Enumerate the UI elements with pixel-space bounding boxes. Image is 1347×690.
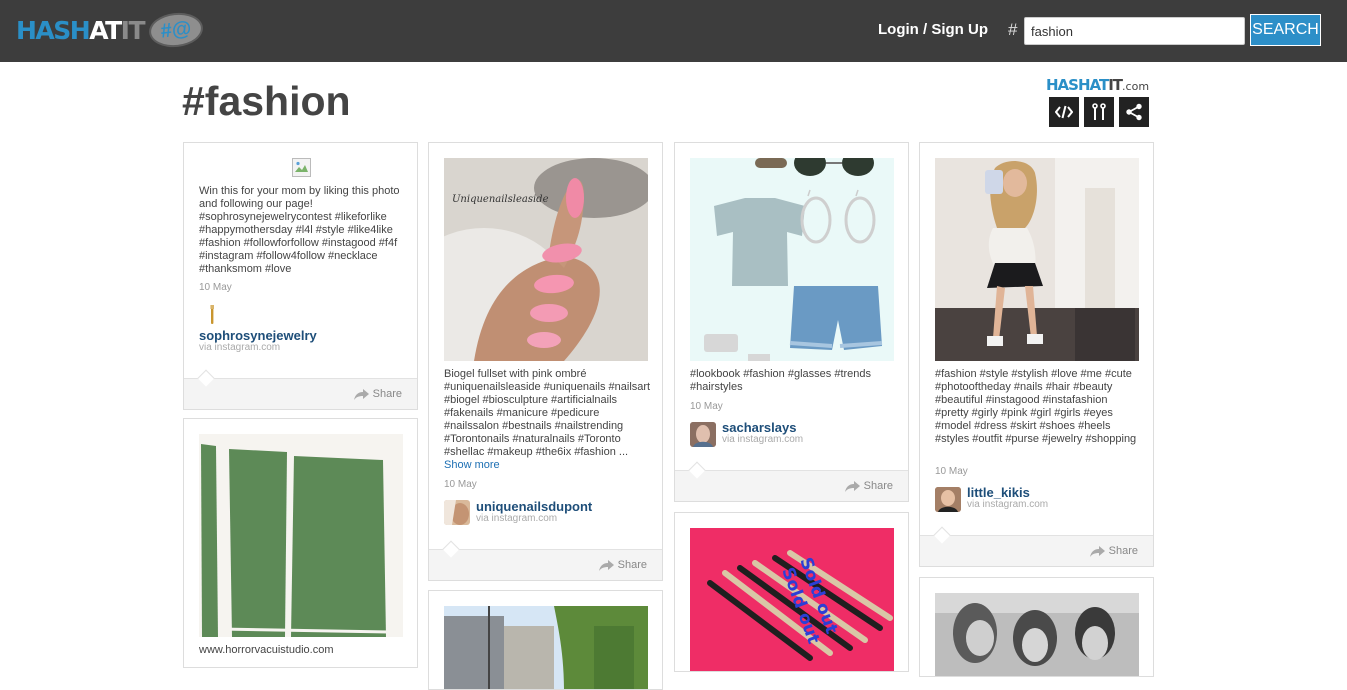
post-card[interactable]: #lookbook #fashion #glasses #trends #hai…	[674, 142, 909, 502]
post-footer: Share	[429, 540, 662, 580]
post-date: 10 May	[690, 401, 723, 412]
broken-image-icon	[292, 158, 311, 177]
post-date: 10 May	[199, 282, 232, 293]
hash-symbol: #	[1008, 20, 1018, 39]
post-card[interactable]: Uniquenailsleaside Biogel fullset with p…	[428, 142, 663, 581]
search-button[interactable]: SEARCH	[1250, 14, 1321, 46]
show-more-link[interactable]: Show more	[444, 459, 500, 471]
user-avatar[interactable]	[444, 500, 470, 525]
post-date: 10 May	[935, 466, 968, 477]
post-source: via instagram.com	[722, 434, 804, 445]
post-card[interactable]: Sold out Sold out	[674, 512, 909, 672]
svg-text:Uniquenailsleaside: Uniquenailsleaside	[452, 194, 549, 205]
post-image[interactable]	[199, 434, 403, 637]
customize-icon	[1092, 103, 1106, 120]
user-avatar[interactable]	[690, 422, 716, 447]
post-source: via instagram.com	[199, 342, 281, 353]
page-title: #fashion	[182, 78, 351, 124]
customize-button[interactable]	[1084, 97, 1114, 127]
share-arrow-icon	[1089, 545, 1105, 557]
hashatit-logo[interactable]: HASHATIT #@	[16, 10, 205, 50]
embed-code-icon	[1055, 105, 1073, 119]
post-card[interactable]: Win this for your mom by liking this pho…	[183, 142, 418, 410]
share-button[interactable]: Share	[598, 559, 647, 571]
post-source: via instagram.com	[967, 499, 1049, 510]
post-image[interactable]	[935, 158, 1139, 361]
post-image[interactable]	[690, 150, 894, 361]
top-bar: HASHATIT #@ Login / Sign Up # SEARCH	[0, 0, 1347, 62]
share-button[interactable]: Share	[353, 388, 402, 400]
post-username[interactable]: uniquenailsdupont	[476, 499, 592, 514]
post-footer: Share	[675, 461, 908, 501]
share-arrow-icon	[353, 388, 369, 400]
login-signup-link[interactable]: Login / Sign Up	[878, 21, 988, 38]
search-input[interactable]	[1024, 17, 1245, 45]
embed-code-button[interactable]	[1049, 97, 1079, 127]
post-username[interactable]: sophrosynejewelry	[199, 328, 317, 343]
share-arrow-icon	[844, 480, 860, 492]
post-image[interactable]	[935, 593, 1139, 676]
share-button[interactable]: Share	[1089, 545, 1138, 557]
share-icon	[1126, 103, 1142, 121]
hashatit-brand-logo[interactable]: HASHATIT.com	[1046, 76, 1149, 94]
post-username[interactable]: little_kikis	[967, 485, 1030, 500]
post-image[interactable]: Sold out Sold out	[690, 528, 894, 671]
post-footer: Share	[920, 526, 1153, 566]
post-card[interactable]	[428, 590, 663, 690]
post-image[interactable]: Uniquenailsleaside	[444, 158, 648, 361]
post-card[interactable]: www.horrorvacuistudio.com	[183, 418, 418, 668]
post-footer: Share	[184, 369, 417, 409]
post-image[interactable]	[444, 606, 648, 689]
share-arrow-icon	[598, 559, 614, 571]
post-caption: www.horrorvacuistudio.com	[199, 644, 334, 656]
post-date: 10 May	[444, 479, 477, 490]
post-caption: #fashion #style #stylish #love #me #cute…	[935, 368, 1137, 445]
user-avatar[interactable]	[199, 303, 225, 328]
share-button[interactable]: Share	[844, 480, 893, 492]
share-page-button[interactable]	[1119, 97, 1149, 127]
post-caption: Win this for your mom by liking this pho…	[199, 185, 400, 275]
logo-wordmark: HASHATIT	[16, 15, 146, 45]
user-avatar[interactable]	[935, 487, 961, 512]
post-caption: #lookbook #fashion #glasses #trends #hai…	[690, 368, 872, 393]
post-card[interactable]: #fashion #style #stylish #love #me #cute…	[919, 142, 1154, 567]
post-source: via instagram.com	[476, 513, 558, 524]
post-card[interactable]	[919, 577, 1154, 677]
logo-bubble-icon: #@	[147, 10, 205, 50]
post-username[interactable]: sacharslays	[722, 420, 796, 435]
post-caption: Biogel fullset with pink ombré #uniquena…	[444, 368, 651, 471]
